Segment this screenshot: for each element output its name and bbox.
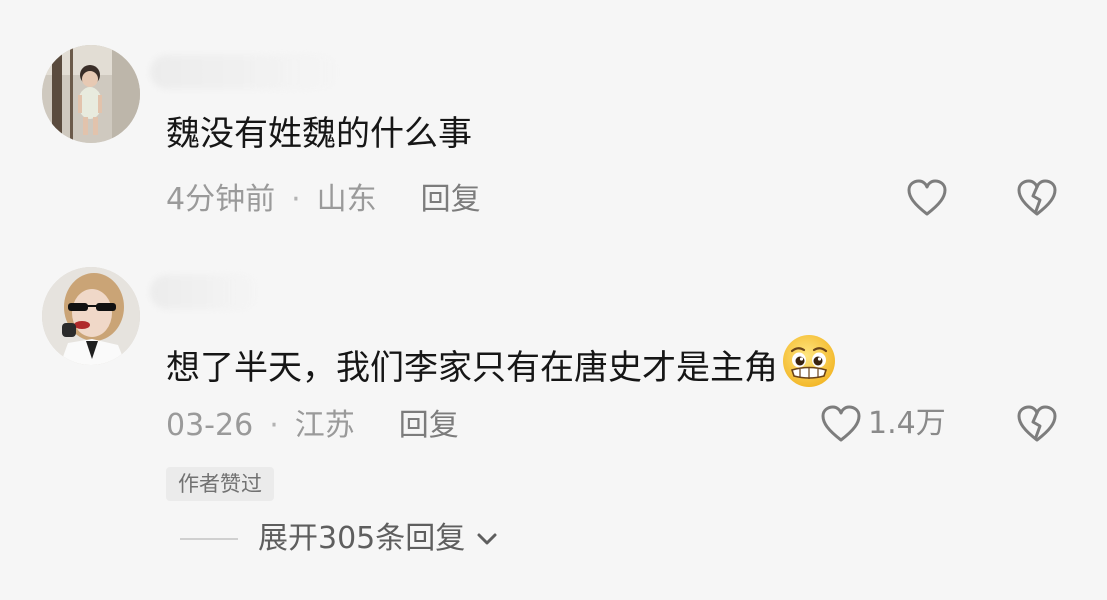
author-liked-badge: 作者赞过 [166,467,274,501]
meta-separator: · [269,408,279,443]
comment-meta: 03-26 · 江苏 回复 [166,406,459,446]
like-button[interactable]: 1.4万 [820,404,946,444]
expand-divider-line [180,538,238,540]
like-count: 1.4万 [868,406,946,441]
woman-sunglasses-avatar [42,267,140,365]
comment-text-content: 想了半天，我们李家只有在唐史才是主角 [166,348,778,388]
expand-replies-label: 展开305条回复 [258,521,466,556]
reply-button[interactable]: 回复 [399,406,459,446]
comment-location: 江苏 [294,408,355,443]
heart-outline-icon [821,405,861,442]
comment-text: 想了半天，我们李家只有在唐史才是主角 [166,335,838,404]
pleading-face-emoji-icon [780,332,838,401]
comment-item: 想了半天，我们李家只有在唐史才是主角 03-26 · 江苏 回复 1.4万 作者… [0,0,1107,600]
avatar[interactable] [42,267,140,365]
expand-replies-button[interactable]: 展开305条回复 [180,519,501,559]
dislike-button[interactable] [1016,404,1058,448]
username-blurred[interactable] [150,275,260,309]
broken-heart-icon [1017,405,1057,442]
chevron-down-icon [477,533,497,545]
comment-time: 03-26 [166,408,254,443]
